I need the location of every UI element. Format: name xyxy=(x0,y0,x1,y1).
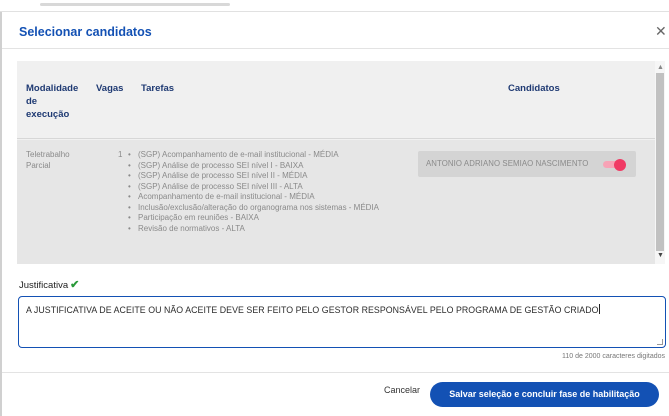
scroll-down-arrow-icon[interactable]: ▼ xyxy=(657,252,664,259)
cell-vagas: 1 xyxy=(118,150,123,159)
cell-modalidade-line-1: Teletrabalho xyxy=(26,150,70,159)
cell-modalidade-line-2: Parcial xyxy=(26,160,51,170)
candidate-card: ANTONIO ADRIANO SEMIAO NASCIMENTO xyxy=(418,151,636,177)
candidate-select-toggle[interactable] xyxy=(603,158,626,171)
justificativa-value: A JUSTIFICATIVA DE ACEITE OU NÃO ACEITE … xyxy=(26,304,600,315)
header-modalidade-line-3: execução xyxy=(26,109,70,120)
header-modalidade-line-1: Modalidade xyxy=(26,83,79,94)
header-modalidade: Modalidade de execução xyxy=(26,82,78,121)
justificativa-label: Justificativa ✔ xyxy=(19,278,79,291)
scrollbar-thumb[interactable] xyxy=(656,73,664,251)
modal-title: Selecionar candidatos xyxy=(19,25,152,39)
task-item: Acompanhamento de e-mail institucional -… xyxy=(126,192,379,203)
header-modalidade-line-2: de xyxy=(26,96,38,107)
cancel-button[interactable]: Cancelar xyxy=(384,385,420,395)
table-row: Teletrabalho Parcial 1 (SGP) Acompanhame… xyxy=(17,140,655,264)
footer-divider xyxy=(2,372,669,373)
candidate-name: ANTONIO ADRIANO SEMIAO NASCIMENTO xyxy=(426,159,589,168)
table-header: Modalidade de execução Vagas Tarefas Can… xyxy=(17,61,655,139)
justificativa-textarea[interactable]: A JUSTIFICATIVA DE ACEITE OU NÃO ACEITE … xyxy=(18,296,666,348)
table-scrollbar[interactable]: ▲ ▼ xyxy=(655,61,665,264)
task-item: (SGP) Análise de processo SEI nível I - … xyxy=(126,161,379,172)
resize-handle-icon[interactable] xyxy=(657,339,663,345)
header-candidatos: Candidatos xyxy=(508,83,560,94)
header-divider xyxy=(2,48,669,49)
cell-tarefas-list: (SGP) Acompanhamento de e-mail instituci… xyxy=(126,150,379,234)
task-item: (SGP) Análise de processo SEI nível III … xyxy=(126,182,379,193)
background-page-edge xyxy=(0,0,669,12)
justificativa-label-text: Justificativa xyxy=(19,280,69,291)
header-vagas: Vagas xyxy=(96,83,124,94)
close-icon[interactable]: ✕ xyxy=(655,23,667,40)
character-counter: 110 de 2000 caracteres digitados xyxy=(562,353,665,360)
check-icon: ✔ xyxy=(70,279,80,291)
text-caret xyxy=(598,304,600,314)
task-item: Inclusão/exclusão/alteração do organogra… xyxy=(126,203,379,214)
header-tarefas: Tarefas xyxy=(141,83,175,94)
scroll-up-arrow-icon[interactable]: ▲ xyxy=(657,64,664,71)
task-item: Participação em reuniões - BAIXA xyxy=(126,213,379,224)
justificativa-value-text: A JUSTIFICATIVA DE ACEITE OU NÃO ACEITE … xyxy=(26,305,599,315)
task-item: (SGP) Acompanhamento de e-mail instituci… xyxy=(126,150,379,161)
task-item: (SGP) Análise de processo SEI nível II -… xyxy=(126,171,379,182)
background-text-blur xyxy=(40,3,230,6)
select-candidates-modal: Selecionar candidatos ✕ Modalidade de ex… xyxy=(2,12,669,416)
cell-modalidade: Teletrabalho Parcial xyxy=(26,150,70,171)
task-item: Revisão de normativos - ALTA xyxy=(126,224,379,235)
save-and-conclude-button[interactable]: Salvar seleção e concluir fase de habili… xyxy=(430,382,659,407)
candidates-table: Modalidade de execução Vagas Tarefas Can… xyxy=(17,61,665,264)
toggle-knob xyxy=(614,158,626,171)
